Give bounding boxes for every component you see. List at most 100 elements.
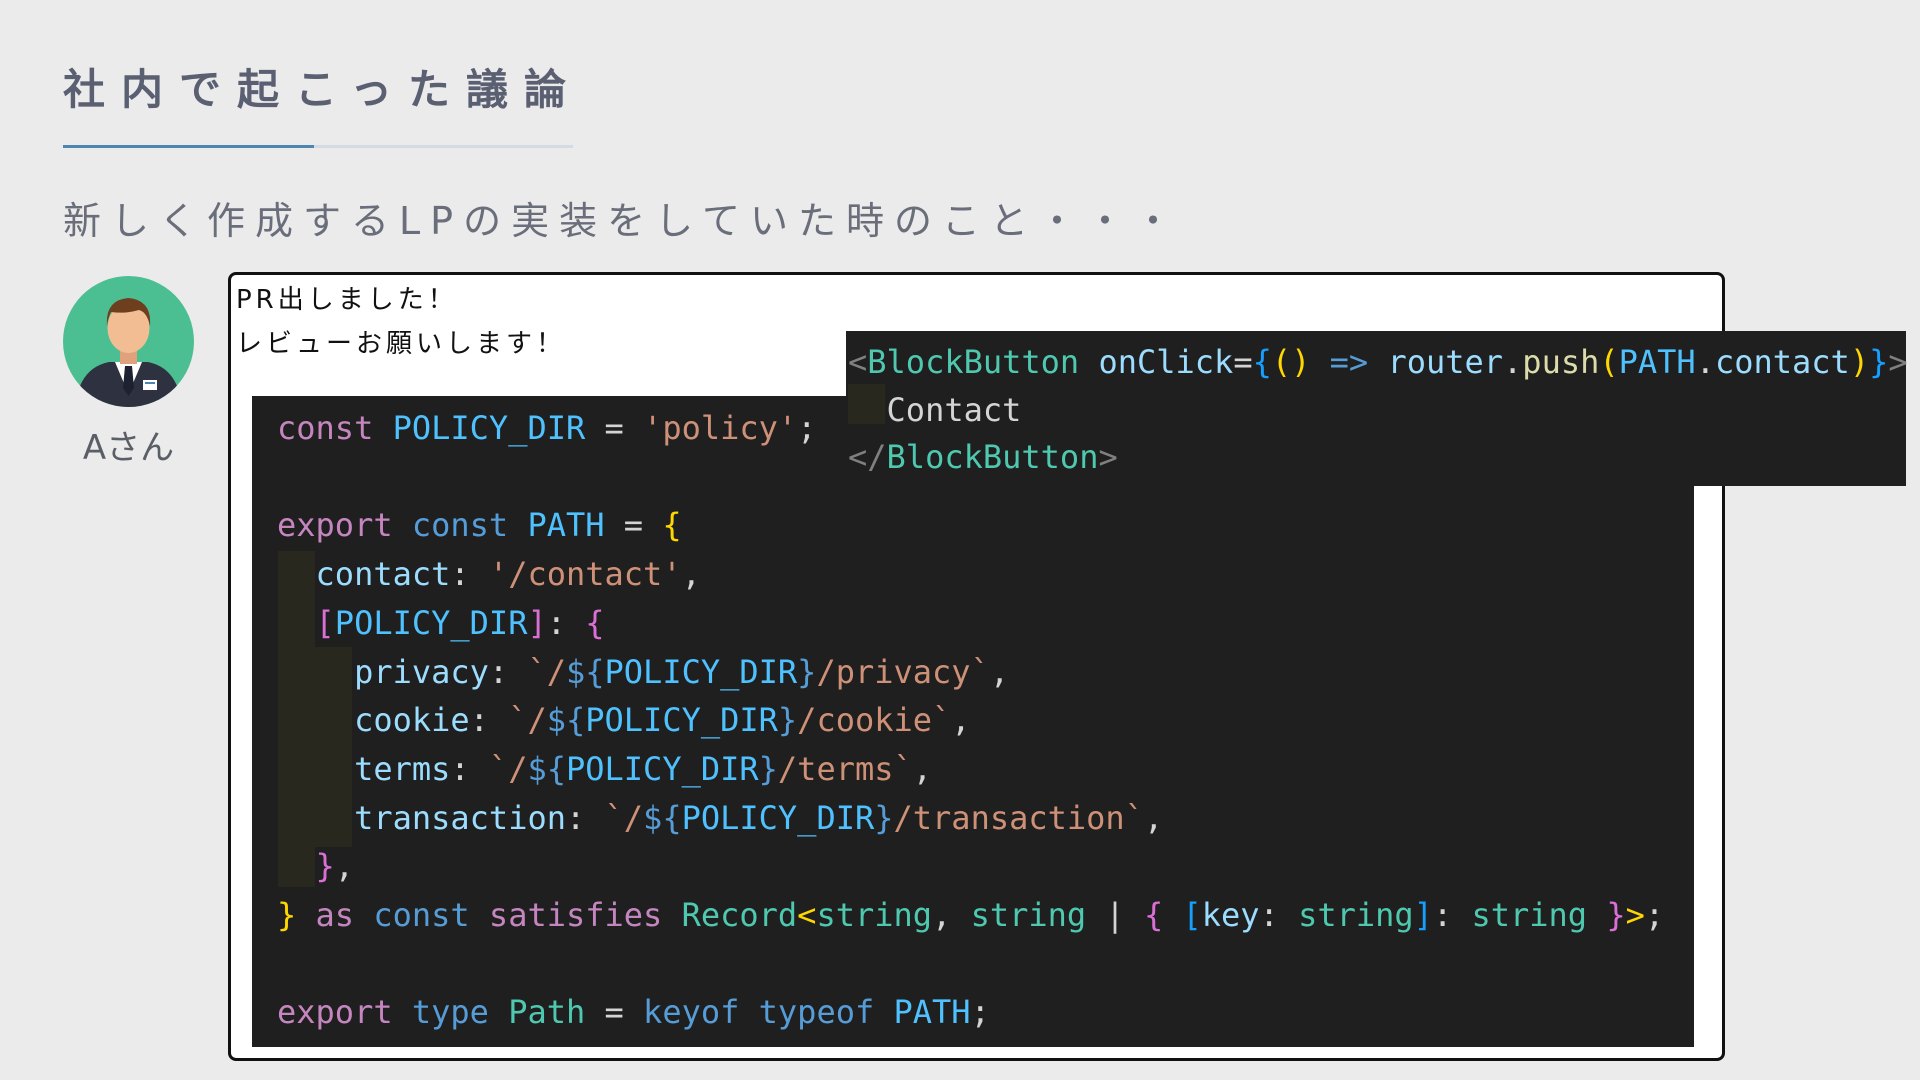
code-token: { <box>1143 896 1164 934</box>
code-token: ( <box>1599 343 1619 381</box>
code-token: ; <box>1644 896 1665 934</box>
code-token: keyof <box>643 993 740 1032</box>
message-line-1: PR出しました！ <box>236 285 458 315</box>
code-token: const <box>373 896 470 934</box>
code-token: } <box>1869 343 1889 381</box>
code-line: export type Path = keyof typeof PATH; <box>277 992 990 1032</box>
code-token: Path <box>508 993 586 1032</box>
code-token: ${ <box>527 749 566 788</box>
code-line: Contact <box>848 390 1022 430</box>
code-token: /privacy` <box>816 652 990 691</box>
code-token: = <box>585 993 644 1032</box>
code-token: BlockButton <box>886 438 1099 476</box>
code-token: = <box>604 506 663 545</box>
code-token: ] <box>527 603 547 642</box>
code-token: ${ <box>546 701 586 740</box>
code-token: /cookie` <box>797 701 952 740</box>
code-token: terms <box>354 749 451 788</box>
slide-subtitle: 新しく作成するLPの実装をしていた時のこと・・・ <box>63 199 1182 243</box>
code-token: : <box>1259 896 1299 934</box>
code-token: POLICY_DIR <box>334 603 528 642</box>
code-token: const <box>411 506 509 545</box>
code-token: ; <box>797 409 817 447</box>
code-token: type <box>411 993 489 1032</box>
code-token: : <box>450 555 489 594</box>
code-token: < <box>797 896 817 934</box>
code-token: key <box>1201 896 1260 934</box>
code-token: string <box>1471 896 1588 934</box>
code-token: POLICY_DIR <box>604 652 798 691</box>
code-token: () <box>1271 343 1311 381</box>
code-token: string <box>970 896 1087 934</box>
code-line: terms: `/${POLICY_DIR}/terms`, <box>277 749 932 789</box>
code-token: } <box>758 749 778 788</box>
code-token: contact <box>315 555 451 594</box>
code-token: ${ <box>565 652 605 691</box>
code-token: , <box>932 896 971 934</box>
code-token: : <box>469 701 509 740</box>
code-token: `/ <box>488 749 528 788</box>
user-name: Aさん <box>82 428 175 468</box>
code-block-button: <BlockButton onClick={() => router.push(… <box>846 331 1908 486</box>
code-token: { <box>662 506 682 545</box>
code-token: onClick <box>1098 343 1234 381</box>
code-token: : <box>488 652 528 691</box>
slide-title: 社内で起こった議論 <box>63 65 583 114</box>
code-token: } <box>777 701 798 740</box>
code-token: } <box>1606 896 1626 934</box>
code-token: , <box>951 701 971 740</box>
code-token: { <box>585 603 605 642</box>
code-token: export <box>277 993 393 1032</box>
code-token: /terms` <box>777 749 913 788</box>
code-token: Contact <box>848 390 1022 429</box>
code-token: = <box>585 409 644 447</box>
code-token: typeof <box>758 993 875 1032</box>
code-line: export const PATH = { <box>277 505 682 545</box>
code-token: . <box>1695 343 1715 381</box>
title-underline-accent <box>63 145 314 148</box>
code-token: BlockButton <box>867 343 1080 381</box>
code-token: => <box>1329 343 1369 381</box>
code-block-path: const POLICY_DIR = 'policy'; export const… <box>252 396 1694 1047</box>
code-token: ; <box>970 993 990 1032</box>
code-token: [ <box>1182 896 1202 934</box>
code-token: as <box>315 896 355 934</box>
code-token: | <box>1086 896 1144 934</box>
code-line: </BlockButton> <box>848 437 1118 477</box>
code-token: = <box>1233 343 1253 381</box>
code-line: const POLICY_DIR = 'policy'; <box>277 408 816 448</box>
code-token: satisfies <box>488 896 663 934</box>
code-line: transaction: `/${POLICY_DIR}/transaction… <box>277 798 1163 838</box>
code-token: `/ <box>508 701 547 740</box>
code-token: > <box>1625 896 1645 934</box>
code-token: PATH <box>1618 343 1696 381</box>
code-token: : <box>450 749 489 788</box>
code-token: privacy <box>354 652 489 691</box>
code-token: string <box>816 896 933 934</box>
code-token: string <box>1298 896 1414 934</box>
code-token: , <box>681 555 701 594</box>
code-line: contact: '/contact', <box>277 554 701 594</box>
code-token: , <box>1143 798 1164 837</box>
code-token: /transaction` <box>893 798 1144 837</box>
code-token: : <box>1432 896 1472 934</box>
code-token: 'policy' <box>643 409 798 447</box>
code-token: { <box>1252 343 1272 381</box>
code-token: POLICY_DIR <box>565 749 759 788</box>
code-token: , <box>912 749 933 788</box>
code-token: } <box>874 798 894 837</box>
code-token: ) <box>1849 343 1870 381</box>
code-line: cookie: `/${POLICY_DIR}/cookie`, <box>277 700 971 740</box>
